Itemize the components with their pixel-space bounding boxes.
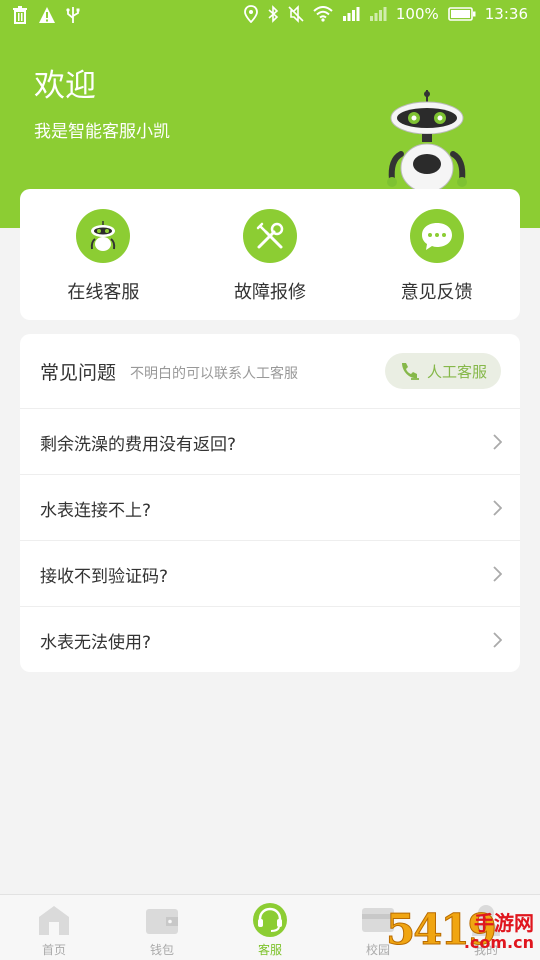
shortcut-feedback[interactable]: 意见反馈 [353, 189, 520, 320]
tab-service[interactable]: 客服 [216, 895, 324, 960]
faq-question: 剩余洗澡的费用没有返回? [40, 435, 237, 455]
human-service-button[interactable]: 人工客服 [385, 353, 501, 389]
faq-hint: 不明白的可以联系人工客服 [130, 366, 298, 382]
tab-label: 钱包 [149, 943, 174, 957]
wifi-icon [313, 6, 333, 22]
faq-item[interactable]: 水表无法使用? [20, 607, 520, 673]
chevron-right-icon [493, 434, 502, 450]
tab-wallet[interactable]: 钱包 [108, 895, 216, 960]
watermark-name: 手游网 [474, 911, 534, 935]
tab-label: 客服 [257, 943, 282, 957]
shortcut-repair[interactable]: 故障报修 [187, 189, 354, 320]
faq-card: 常见问题 不明白的可以联系人工客服 人工客服 剩余洗澡的费用没有返回? 水表连接… [20, 334, 520, 672]
bluetooth-icon [268, 5, 279, 23]
chat-bubble-icon [409, 209, 464, 263]
faq-item[interactable]: 接收不到验证码? [20, 541, 520, 607]
welcome-title: 欢迎 [34, 68, 96, 104]
chevron-right-icon [493, 632, 502, 648]
tab-home[interactable]: 首页 [0, 895, 108, 960]
clock: 13:36 [484, 5, 528, 23]
faq-title: 常见问题 [40, 362, 117, 384]
faq-item[interactable]: 剩余洗澡的费用没有返回? [20, 409, 520, 475]
tab-label: 首页 [41, 943, 66, 957]
chevron-right-icon [493, 566, 502, 582]
shortcut-online-service[interactable]: 在线客服 [20, 189, 187, 320]
trash-icon [13, 6, 27, 24]
location-icon [243, 5, 258, 23]
phone-icon [401, 363, 419, 380]
robot-mascot-icon [387, 90, 467, 192]
shortcut-label: 在线客服 [67, 282, 140, 303]
shortcut-label: 意见反馈 [400, 282, 473, 303]
signal-icon [342, 7, 360, 21]
chevron-right-icon [493, 500, 502, 516]
faq-question: 水表无法使用? [40, 633, 152, 653]
status-bar: 100% 13:36 [0, 0, 540, 32]
human-service-label: 人工客服 [426, 362, 487, 381]
welcome-subtitle: 我是智能客服小凯 [34, 122, 170, 142]
battery-percent: 100% [395, 5, 439, 23]
signal-icon [369, 7, 387, 21]
shortcut-card: 在线客服 故障报修 意见反馈 [20, 189, 520, 320]
shortcut-label: 故障报修 [234, 282, 306, 303]
faq-header: 常见问题 不明白的可以联系人工客服 人工客服 [20, 334, 520, 409]
robot-icon [76, 209, 131, 263]
warning-icon [39, 7, 55, 23]
wallet-icon [143, 901, 181, 939]
tools-icon [243, 209, 297, 263]
mute-icon [288, 5, 304, 23]
battery-icon [447, 7, 476, 21]
faq-question: 接收不到验证码? [40, 567, 169, 587]
watermark-domain: .com.cn [463, 933, 534, 952]
faq-question: 水表连接不上? [40, 501, 152, 521]
site-watermark: 5419 手游网 .com.cn [386, 905, 536, 957]
faq-item[interactable]: 水表连接不上? [20, 475, 520, 541]
usb-icon [66, 7, 80, 23]
headset-icon [251, 901, 289, 939]
home-icon [35, 901, 73, 939]
